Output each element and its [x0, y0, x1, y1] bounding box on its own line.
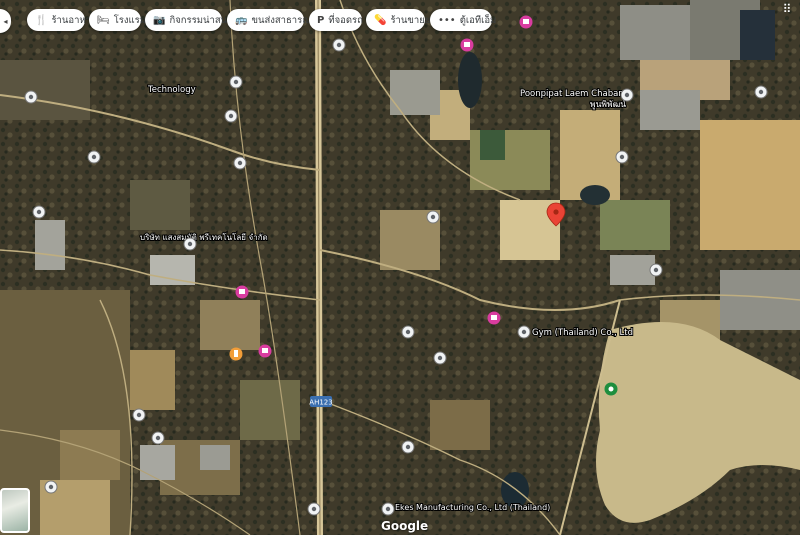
place-label-technology: Technology: [147, 85, 196, 95]
place-label-saengsombat: บริษัท แสงสมบัติ พรีเทคโนโลยี จำกัด: [140, 232, 268, 242]
poi-marker[interactable]: [24, 90, 38, 104]
bed-icon: 🛏: [97, 14, 110, 26]
category-chip-bar: 🍴 ร้านอาหาร 🛏 โรงแรม 📷 กิจกรรมน่าสนใจ 🚌 …: [0, 9, 800, 33]
poi-marker[interactable]: [44, 480, 58, 494]
poi-marker[interactable]: [332, 38, 346, 52]
poi-marker[interactable]: [87, 150, 101, 164]
more-icon: •••: [438, 14, 456, 26]
poi-marker[interactable]: [233, 156, 247, 170]
satellite-map[interactable]: AH123 Poonpipat Laem Chabang พูนพิพัฒน์ …: [0, 0, 800, 535]
chip-pharmacy[interactable]: 💊 ร้านขายยา: [366, 9, 436, 31]
fork-knife-icon: 🍴: [35, 14, 48, 26]
poi-marker[interactable]: [307, 502, 321, 516]
place-label-ekes: Ekes Manufacturing Co., Ltd (Thailand): [395, 503, 550, 512]
pill-icon: 💊: [374, 14, 387, 26]
place-label-poonpipat: Poonpipat Laem Chabang: [520, 89, 629, 99]
poi-marker[interactable]: [615, 150, 629, 164]
poi-marker[interactable]: [224, 109, 238, 123]
poi-marker[interactable]: [381, 502, 395, 516]
shop-marker[interactable]: [235, 285, 249, 299]
poi-marker[interactable]: [401, 325, 415, 339]
parking-icon: P: [317, 14, 325, 26]
poi-marker[interactable]: [517, 325, 531, 339]
chip-label: ขนส่งสาธารณะ: [251, 14, 317, 26]
camera-icon: 📷: [153, 14, 166, 26]
chip-label: ที่จอดรถ: [328, 14, 363, 26]
shop-marker[interactable]: [258, 344, 272, 358]
chip-label: โรงแรม: [113, 14, 147, 26]
food-marker[interactable]: [229, 347, 243, 361]
poi-marker[interactable]: [401, 440, 415, 454]
poi-marker[interactable]: [32, 205, 46, 219]
poi-marker[interactable]: [229, 75, 243, 89]
bus-icon: 🚌: [235, 14, 248, 26]
shop-marker[interactable]: [460, 38, 474, 52]
poi-marker[interactable]: [426, 210, 440, 224]
chip-transit[interactable]: 🚌 ขนส่งสาธารณะ: [227, 9, 316, 31]
layers-toggle-button[interactable]: [0, 488, 30, 533]
highway-label: AH123: [309, 399, 332, 407]
poi-marker[interactable]: [132, 408, 146, 422]
chip-label: ตู้เอทีเอ็ม: [459, 14, 497, 26]
poi-marker[interactable]: [183, 237, 197, 251]
shop-marker[interactable]: [487, 311, 501, 325]
place-label-gym: Gym (Thailand) Co., Ltd: [532, 328, 633, 338]
highway-shield: AH123: [309, 396, 333, 407]
chip-label: ร้านขายยา: [390, 14, 436, 26]
google-logo: Google: [381, 519, 429, 533]
place-label-poonpipat-th: พูนพิพัฒน์: [590, 99, 626, 110]
poi-marker[interactable]: [620, 88, 634, 102]
chip-atm[interactable]: ••• ตู้เอทีเอ็ม: [430, 9, 496, 31]
park-marker[interactable]: [604, 382, 618, 396]
poi-marker[interactable]: [433, 351, 447, 365]
chip-things-to-do[interactable]: 📷 กิจกรรมน่าสนใจ: [145, 9, 237, 31]
chip-hotels[interactable]: 🛏 โรงแรม: [89, 9, 146, 31]
poi-marker[interactable]: [649, 263, 663, 277]
chip-parking[interactable]: P ที่จอดรถ: [309, 9, 363, 31]
poi-marker[interactable]: [754, 85, 768, 99]
chip-restaurants[interactable]: 🍴 ร้านอาหาร: [27, 9, 96, 31]
poi-marker[interactable]: [151, 431, 165, 445]
apps-grid-icon[interactable]: ⠿: [778, 2, 796, 20]
